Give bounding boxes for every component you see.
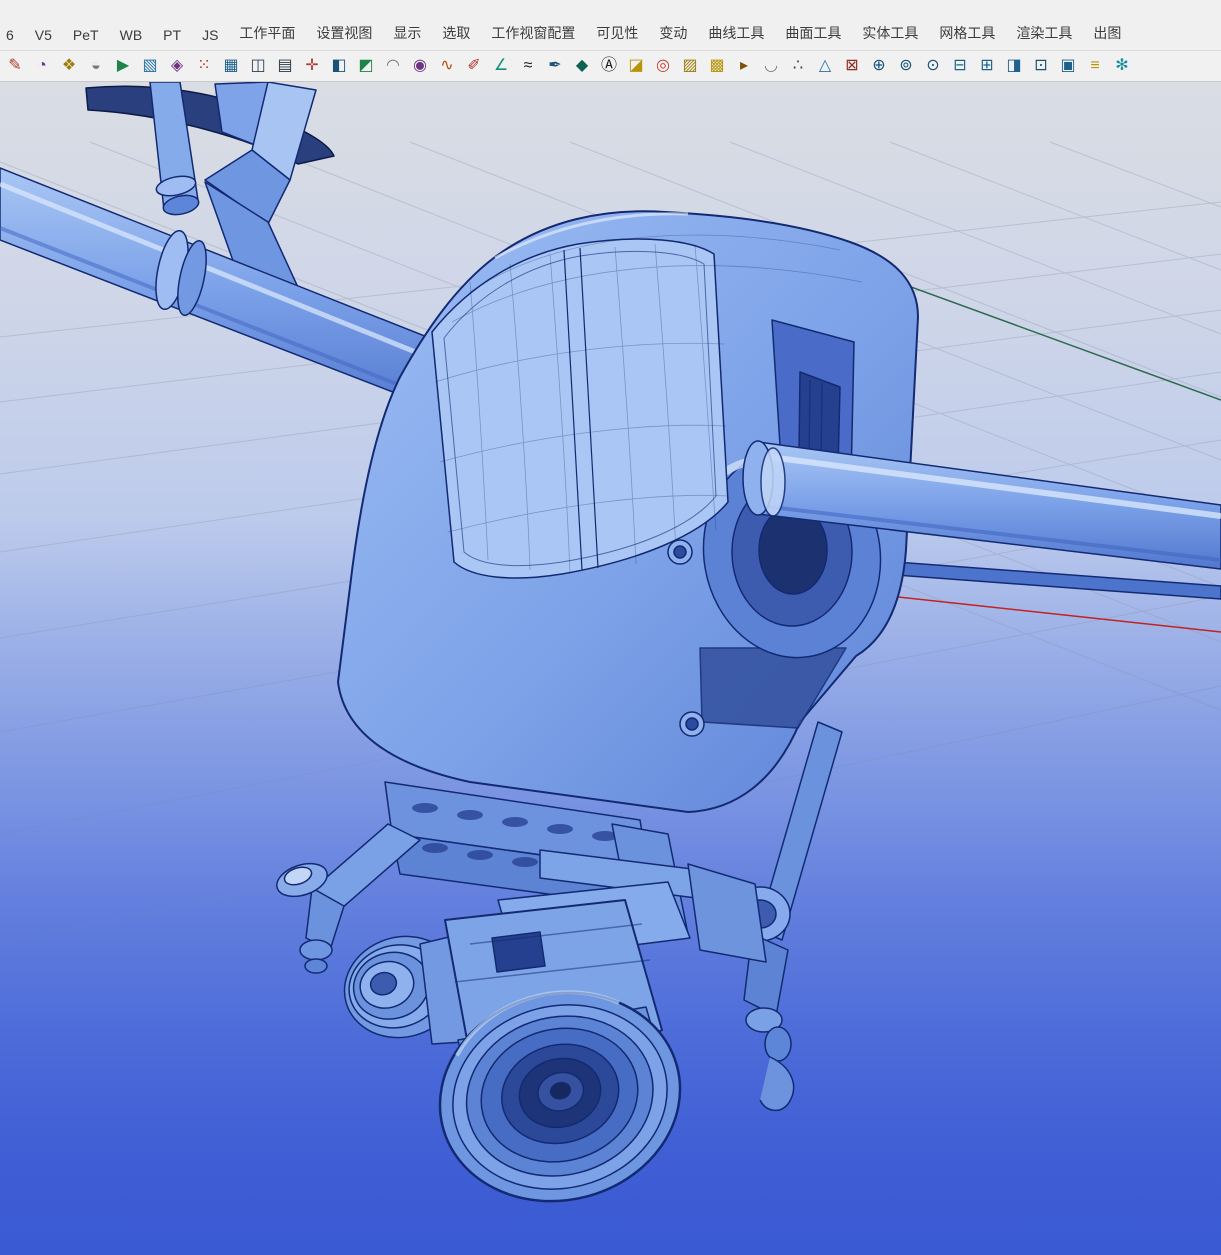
zigzag-curve-icon[interactable]: ∿ bbox=[435, 53, 459, 79]
sync-icon[interactable]: ⊚ bbox=[894, 53, 918, 79]
chamfer-icon[interactable]: ▸ bbox=[732, 53, 756, 79]
menu-item-drafting[interactable]: 出图 bbox=[1093, 23, 1121, 43]
menu-item-curve-tools[interactable]: 曲线工具 bbox=[708, 23, 764, 43]
tag-diamond-icon[interactable]: ◆ bbox=[570, 53, 594, 79]
cage-edit-icon[interactable]: △ bbox=[813, 53, 837, 79]
gumball-move-icon[interactable]: ✛ bbox=[300, 53, 324, 79]
stack-layers-icon[interactable]: ≡ bbox=[1083, 53, 1107, 79]
menu-item-render-tools[interactable]: 渲染工具 bbox=[1016, 23, 1072, 43]
plane-grid-icon[interactable]: ▧ bbox=[138, 53, 162, 79]
target-icon[interactable]: ⊡ bbox=[1029, 53, 1053, 79]
paint-hatch-icon[interactable]: ▩ bbox=[705, 53, 729, 79]
cube-icon[interactable]: ◫ bbox=[246, 53, 270, 79]
toolbar: ✎ ◔ ❖ ◒ ▶ ▧ ◈ ⁙ ▦ ◫ ▤ ✛ ◧ ◩ ◠ ◉ ∿ ✐ ∠ ≈ … bbox=[0, 50, 1221, 82]
viewport-canvas[interactable] bbox=[0, 82, 1221, 1255]
arc-quadrant-icon[interactable]: ◔ bbox=[30, 53, 54, 79]
menu-item-mesh-tools[interactable]: 网格工具 bbox=[939, 23, 995, 43]
mosaic-icon[interactable]: ⊠ bbox=[840, 53, 864, 79]
record-icon[interactable]: ⊙ bbox=[921, 53, 945, 79]
curve-fit-icon[interactable]: ≈ bbox=[516, 53, 540, 79]
menu-item-surface-tools[interactable]: 曲面工具 bbox=[785, 23, 841, 43]
menu-item-select[interactable]: 选取 bbox=[442, 23, 470, 43]
angle-measure-icon[interactable]: ∠ bbox=[489, 53, 513, 79]
menu-item-transform[interactable]: 变动 bbox=[659, 23, 687, 43]
text-annotation-icon[interactable]: Ⓐ bbox=[597, 53, 621, 79]
mesh-star-icon[interactable]: ✻ bbox=[1110, 53, 1134, 79]
viewport-right-icon[interactable]: ◨ bbox=[1002, 53, 1026, 79]
menu-item-wb[interactable]: WB bbox=[120, 27, 143, 43]
menu-item-v5[interactable]: V5 bbox=[35, 27, 52, 43]
panel-icon[interactable]: ▣ bbox=[1056, 53, 1080, 79]
cylinder-icon[interactable]: ◒ bbox=[84, 53, 108, 79]
diamond-snap-icon[interactable]: ◈ bbox=[165, 53, 189, 79]
arc-dashed-icon[interactable]: ◠ bbox=[381, 53, 405, 79]
sketch-pencil-icon[interactable]: ✐ bbox=[462, 53, 486, 79]
menu-item-pt[interactable]: PT bbox=[163, 27, 181, 43]
menu-item-visibility[interactable]: 可见性 bbox=[596, 23, 638, 43]
mesh-grid-icon[interactable]: ▦ bbox=[219, 53, 243, 79]
viewport-split-icon[interactable]: ◧ bbox=[327, 53, 351, 79]
layout-icon[interactable]: ⊞ bbox=[975, 53, 999, 79]
control-point-icon[interactable]: ❖ bbox=[57, 53, 81, 79]
menu-item-solid-tools[interactable]: 实体工具 bbox=[862, 23, 918, 43]
y-axis-line bbox=[870, 272, 1221, 400]
sphere-icon[interactable]: ◉ bbox=[408, 53, 432, 79]
blend-arc-icon[interactable]: ◡ bbox=[759, 53, 783, 79]
print-icon[interactable]: ⊟ bbox=[948, 53, 972, 79]
menu-item-js[interactable]: JS bbox=[202, 27, 218, 43]
arrow-flag-icon[interactable]: ▶ bbox=[111, 53, 135, 79]
menu-item-6[interactable]: 6 bbox=[6, 27, 14, 43]
pen-icon[interactable]: ✒ bbox=[543, 53, 567, 79]
menu-item-display[interactable]: 显示 bbox=[393, 23, 421, 43]
swatch-icon[interactable]: ◪ bbox=[624, 53, 648, 79]
menu-item-set-view[interactable]: 设置视图 bbox=[316, 23, 372, 43]
hatch-icon[interactable]: ▨ bbox=[678, 53, 702, 79]
menubar: 6 V5 PeT WB PT JS 工作平面 设置视图 显示 选取 工作视窗配置… bbox=[0, 0, 1221, 50]
notebook-icon[interactable]: ▤ bbox=[273, 53, 297, 79]
named-views-icon[interactable]: ∴ bbox=[786, 53, 810, 79]
spiral-icon[interactable]: ◎ bbox=[651, 53, 675, 79]
menu-item-viewport-config[interactable]: 工作视窗配置 bbox=[491, 23, 575, 43]
menu-item-pet[interactable]: PeT bbox=[73, 27, 99, 43]
perspective-viewport[interactable] bbox=[0, 82, 1221, 1255]
pencil-edit-icon[interactable]: ✎ bbox=[3, 53, 27, 79]
shaded-surface-icon[interactable]: ◩ bbox=[354, 53, 378, 79]
point-grid-icon[interactable]: ⁙ bbox=[192, 53, 216, 79]
menu-item-cplane[interactable]: 工作平面 bbox=[239, 23, 295, 43]
globe-icon[interactable]: ⊕ bbox=[867, 53, 891, 79]
